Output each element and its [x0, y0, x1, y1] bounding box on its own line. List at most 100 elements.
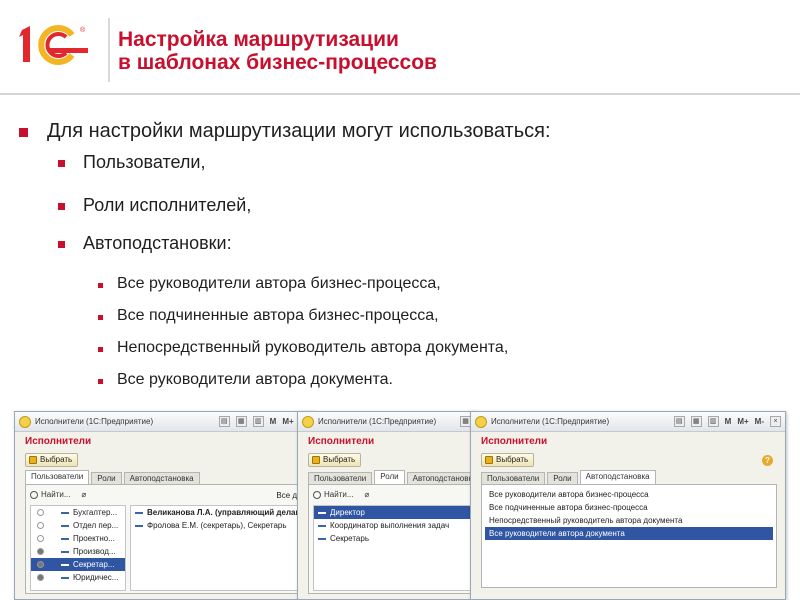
clipboard-icon[interactable]: ▥ [252, 416, 264, 427]
tab-strip: Пользователи Роли Автоподстановка [481, 470, 658, 484]
search-button[interactable]: Найти... ⌀ [30, 490, 86, 499]
header-rule [0, 93, 800, 95]
bullet-marker [58, 241, 65, 248]
choose-button[interactable]: Выбрать [481, 453, 535, 467]
choose-button[interactable]: Выбрать [25, 453, 79, 467]
tree-radio[interactable] [37, 561, 44, 568]
item-icon [61, 550, 69, 553]
tree-item[interactable]: Бухгалтер... [31, 506, 125, 519]
bullet-sub-3: Непосредственный руководитель автора док… [117, 339, 509, 356]
choose-icon [312, 456, 320, 464]
title-line-1: Настройка маршрутизации [118, 28, 399, 51]
tree-radio[interactable] [37, 548, 44, 555]
window-titlebar: Исполнители (1С:Предприятие) ▤ ▦ ▥ M M+ … [15, 412, 313, 432]
app-icon [475, 416, 487, 428]
tab-strip: Пользователи Роли Автоподстановка [308, 470, 475, 484]
tab-users[interactable]: Пользователи [481, 472, 546, 484]
clear-search-icon[interactable]: ⌀ [365, 490, 370, 499]
tab-autosubst[interactable]: Автоподстановка [579, 470, 656, 484]
role-label: Секретарь [330, 534, 369, 543]
bullet-sub-2: Все подчиненные автора бизнес-процесса, [117, 307, 439, 324]
choose-icon [29, 456, 37, 464]
tree-radio[interactable] [37, 509, 44, 516]
bullet-sub-1: Все руководители автора бизнес-процесса, [117, 275, 441, 292]
tree-item-label: Производ... [73, 547, 116, 556]
department-tree[interactable]: Бухгалтер... Отдел пер... Проектно... Пр… [30, 505, 126, 591]
choose-icon [485, 456, 493, 464]
tab-panel: Все руководители автора бизнес-процесса … [481, 484, 777, 588]
memory-button[interactable]: M [725, 416, 732, 427]
users-list[interactable]: Великанова Л.А. (управляющий делами), Фр… [130, 505, 312, 591]
user-row[interactable]: Великанова Л.А. (управляющий делами), [131, 506, 311, 519]
clear-search-icon[interactable]: ⌀ [82, 490, 87, 499]
item-icon [61, 537, 69, 540]
tree-item-label: Отдел пер... [73, 521, 119, 530]
window-users: Исполнители (1С:Предприятие) ▤ ▦ ▥ M M+ … [14, 411, 314, 600]
memory-plus-button[interactable]: M+ [282, 416, 293, 427]
form-title: Исполнители [25, 436, 92, 447]
tree-item[interactable]: Проектно... [31, 532, 125, 545]
autosubst-list[interactable]: Все руководители автора бизнес-процесса … [485, 488, 773, 584]
window-title: Исполнители (1С:Предприятие) [491, 417, 610, 426]
calendar-icon[interactable]: ▦ [235, 416, 247, 427]
search-button[interactable]: Найти... ⌀ [313, 490, 369, 499]
1c-logo: ® [19, 25, 88, 65]
bullet-marker [98, 283, 103, 288]
memory-plus-button[interactable]: M+ [737, 416, 748, 427]
user-row[interactable]: Фролова Е.М. (секретарь), Секретарь [131, 519, 311, 532]
memory-button[interactable]: M [270, 416, 277, 427]
roles-list[interactable]: Директор Координатор выполнения задач Се… [313, 505, 473, 591]
tab-users[interactable]: Пользователи [25, 470, 90, 484]
role-icon [318, 537, 326, 540]
tree-item-label: Секретар... [73, 560, 115, 569]
tab-roles[interactable]: Роли [547, 472, 578, 484]
tree-radio[interactable] [37, 535, 44, 542]
window-title: Исполнители (1С:Предприятие) [35, 417, 154, 426]
tree-item-label: Проектно... [73, 534, 115, 543]
role-row-selected[interactable]: Директор [314, 506, 472, 519]
tree-item[interactable]: Отдел пер... [31, 519, 125, 532]
choose-button[interactable]: Выбрать [308, 453, 362, 467]
clipboard-icon[interactable]: ▥ [707, 416, 719, 427]
tree-item-selected[interactable]: Секретар... [31, 558, 125, 571]
autosubst-row[interactable]: Все подчиненные автора бизнес-процесса [485, 501, 773, 514]
tree-item[interactable]: Юридичес... [31, 571, 125, 584]
bullet-roles: Роли исполнителей, [83, 195, 252, 215]
role-row[interactable]: Координатор выполнения задач [314, 519, 472, 532]
user-label: Фролова Е.М. (секретарь), Секретарь [147, 521, 287, 530]
tree-radio[interactable] [37, 522, 44, 529]
role-icon [318, 524, 326, 527]
tree-item[interactable]: Производ... [31, 545, 125, 558]
tree-item-label: Юридичес... [73, 573, 119, 582]
autosubst-row[interactable]: Все руководители автора бизнес-процесса [485, 488, 773, 501]
autosubst-row-selected[interactable]: Все руководители автора документа [485, 527, 773, 540]
help-icon[interactable]: ? [762, 455, 773, 466]
tab-autosubst[interactable]: Автоподстановка [123, 472, 200, 484]
user-icon [135, 524, 143, 527]
tab-roles[interactable]: Роли [374, 470, 405, 484]
calendar-icon[interactable]: ▦ [690, 416, 702, 427]
role-row[interactable]: Секретарь [314, 532, 472, 545]
search-label: Найти... [41, 490, 71, 499]
tree-radio[interactable] [37, 574, 44, 581]
form-title: Исполнители [481, 436, 548, 447]
calc-icon[interactable]: ▤ [218, 416, 230, 427]
calc-icon[interactable]: ▤ [673, 416, 685, 427]
item-icon [61, 563, 69, 566]
window-title: Исполнители (1С:Предприятие) [318, 417, 437, 426]
autosubst-row[interactable]: Непосредственный руководитель автора док… [485, 514, 773, 527]
memory-minus-button[interactable]: M- [755, 416, 764, 427]
tab-users[interactable]: Пользователи [308, 472, 373, 484]
tab-roles[interactable]: Роли [91, 472, 122, 484]
window-autosubst: Исполнители (1С:Предприятие) ▤ ▦ ▥ M M+ … [470, 411, 786, 600]
search-icon [30, 490, 38, 499]
bullet-users: Пользователи, [83, 152, 206, 172]
window-titlebar: Исполнители (1С:Предприятие) ▦ [298, 412, 475, 432]
bullet-autosubst: Автоподстановки: [83, 233, 232, 253]
role-label: Координатор выполнения задач [330, 521, 450, 530]
bullet-level1: Для настройки маршрутизации могут исполь… [47, 120, 551, 142]
close-icon[interactable]: × [770, 416, 781, 427]
tab-autosubst[interactable]: Автоподстановка [406, 472, 475, 484]
app-icon [302, 416, 314, 428]
choose-label: Выбрать [323, 455, 356, 464]
